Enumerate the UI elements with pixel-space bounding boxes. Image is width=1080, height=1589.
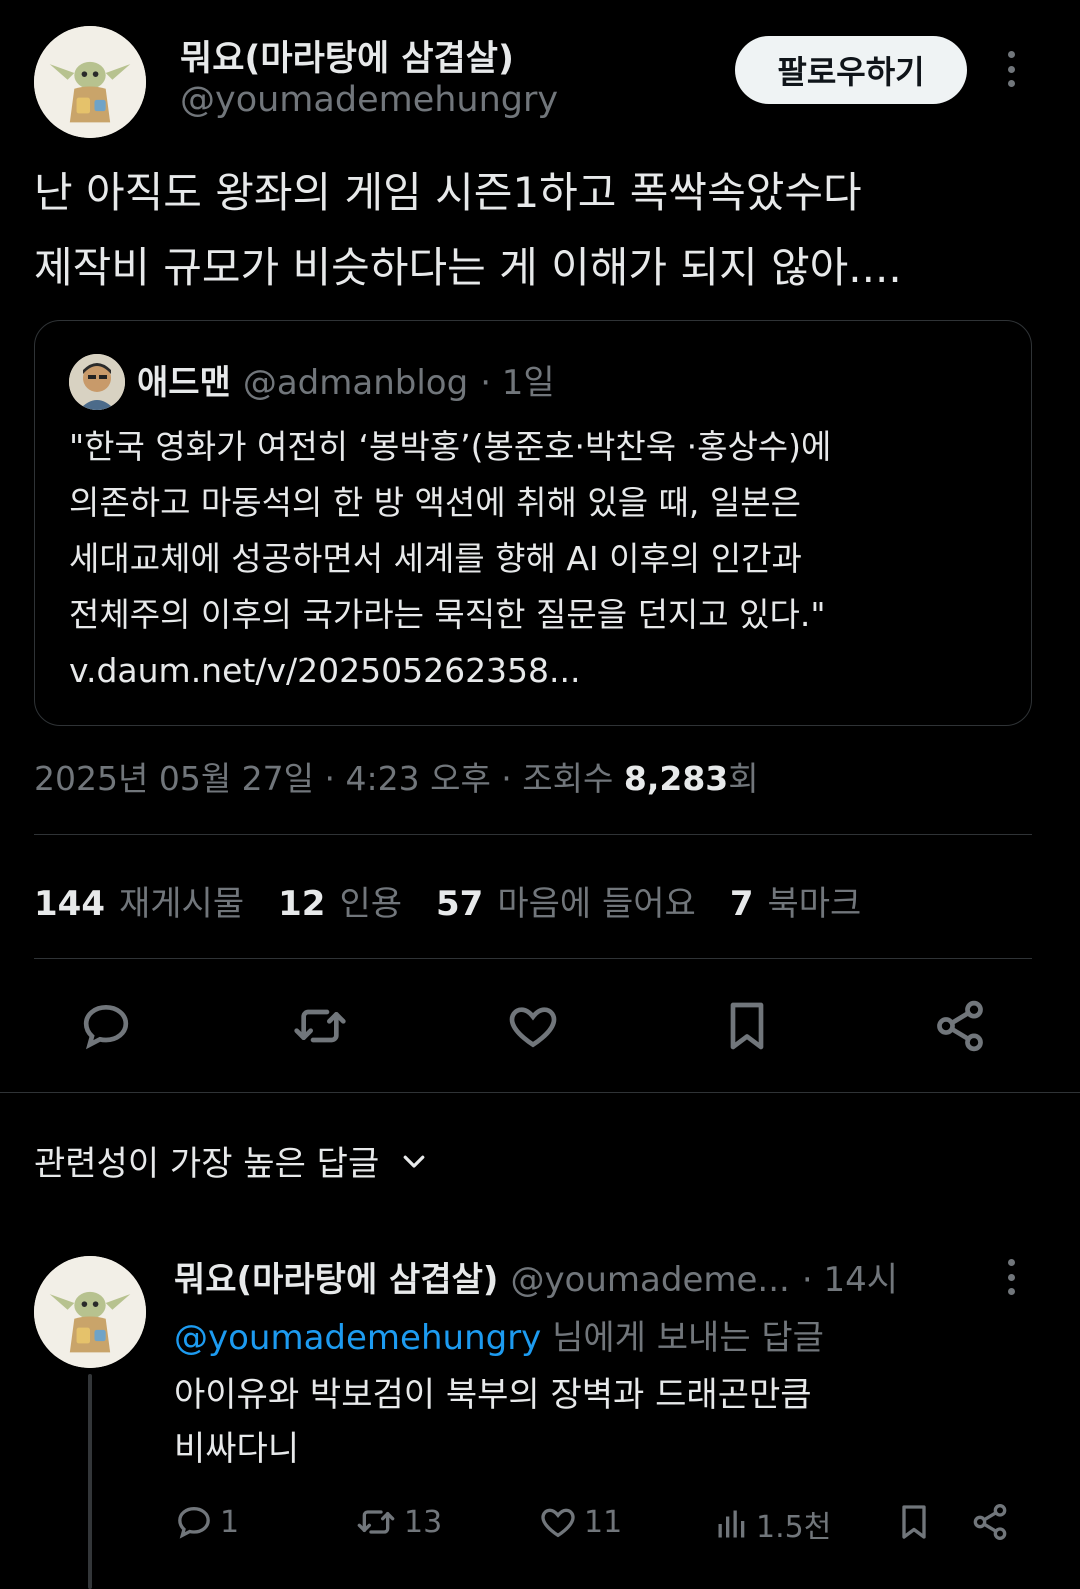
quote-stat[interactable]: 12 인용 bbox=[278, 876, 402, 925]
quote-author-handle: @admanblog bbox=[242, 363, 469, 403]
reply-to-line: @youmademehungry 님에게 보내는 답글 bbox=[174, 1310, 824, 1359]
share-icon bbox=[973, 1504, 1007, 1541]
like-stat[interactable]: 57 마음에 들어요 bbox=[436, 876, 696, 925]
reply-views-button[interactable]: 1.5천 bbox=[714, 1502, 831, 1546]
reply-icon[interactable] bbox=[76, 996, 136, 1056]
heart-icon[interactable] bbox=[503, 996, 563, 1056]
reply-text: 아이유와 박보검이 북부의 장벽과 드래곤만큼 비싸다니 bbox=[174, 1368, 812, 1476]
quote-author-name: 애드맨 bbox=[137, 363, 231, 403]
reply-retweet-count: 13 bbox=[404, 1504, 443, 1540]
quote-text: "한국 영화가 여전히 ‘봉박홍’(봉준호·박찬욱 ·홍상수)에 의존하고 마동… bbox=[69, 419, 831, 699]
reply-reply-button[interactable]: 1 bbox=[174, 1502, 239, 1542]
reply-like-button[interactable]: 11 bbox=[538, 1502, 622, 1542]
follow-button[interactable]: 팔로우하기 bbox=[735, 36, 967, 104]
reply-author-avatar[interactable] bbox=[34, 1256, 146, 1368]
reply-icon bbox=[178, 1506, 210, 1539]
heart-icon bbox=[541, 1508, 575, 1538]
quote-text-line: "한국 영화가 여전히 ‘봉박홍’(봉준호·박찬욱 ·홍상수)에 bbox=[69, 427, 832, 466]
divider bbox=[34, 834, 1032, 835]
share-icon[interactable] bbox=[930, 996, 990, 1056]
bookmark-icon bbox=[902, 1505, 926, 1539]
author-avatar[interactable] bbox=[34, 26, 146, 138]
quote-text-line: 전체주의 이후의 국가라는 묵직한 질문을 던지고 있다." bbox=[69, 595, 826, 634]
reply-author-handle[interactable]: @youmademe... bbox=[510, 1260, 789, 1300]
reply-to-suffix: 님에게 보내는 답글 bbox=[552, 1318, 824, 1358]
reply-time[interactable]: · 14시 bbox=[802, 1252, 898, 1301]
reply-retweet-button[interactable]: 13 bbox=[354, 1502, 442, 1542]
retweet-icon bbox=[357, 1510, 395, 1534]
tweet-text: 난 아직도 왕좌의 게임 시즌1하고 폭싹속았수다 제작비 규모가 비슷하다는 … bbox=[34, 155, 902, 305]
quote-text-line: 의존하고 마동석의 한 방 액션에 취해 있을 때, 일본은 bbox=[69, 483, 801, 522]
divider bbox=[34, 958, 1032, 959]
replies-sort-dropdown[interactable]: 관련성이 가장 높은 답글 bbox=[34, 1136, 429, 1185]
thread-line bbox=[88, 1374, 92, 1589]
quote-author-avatar bbox=[69, 354, 125, 410]
chevron-down-icon bbox=[403, 1155, 425, 1168]
reply-bookmark-button[interactable] bbox=[894, 1502, 934, 1542]
reply-share-button[interactable] bbox=[970, 1502, 1010, 1542]
view-count: 8,283 bbox=[623, 759, 729, 798]
bookmark-stat[interactable]: 7 북마크 bbox=[730, 876, 862, 925]
quoted-tweet[interactable]: 애드맨 @admanblog · 1일 "한국 영화가 여전히 ‘봉박홍’(봉준… bbox=[34, 320, 1032, 726]
tweet-action-bar bbox=[76, 996, 990, 1056]
tweet-text-line: 제작비 규모가 비슷하다는 게 이해가 되지 않아.... bbox=[34, 243, 902, 292]
tweet-text-line: 난 아직도 왕좌의 게임 시즌1하고 폭싹속았수다 bbox=[34, 168, 862, 217]
author-name[interactable]: 뭐요(마라탕에 삼겹살) bbox=[180, 30, 514, 81]
bookmark-icon[interactable] bbox=[717, 996, 777, 1056]
reply-text-line: 아이유와 박보검이 북부의 장벽과 드래곤만큼 bbox=[174, 1375, 812, 1415]
more-options-icon[interactable] bbox=[1004, 51, 1018, 87]
author-handle[interactable]: @youmademehungry bbox=[180, 80, 558, 120]
analytics-icon bbox=[718, 1510, 745, 1538]
quote-link[interactable]: v.daum.net/v/202505262358... bbox=[69, 643, 831, 699]
quote-time: · 1일 bbox=[480, 363, 555, 403]
reply-to-mention[interactable]: @youmademehungry bbox=[174, 1318, 541, 1358]
reply-author-name[interactable]: 뭐요(마라탕에 삼겹살) bbox=[174, 1252, 498, 1301]
reply-text-line: 비싸다니 bbox=[174, 1429, 300, 1469]
quote-text-line: 세대교체에 성공하면서 세계를 향해 AI 이후의 인간과 bbox=[69, 539, 802, 578]
tweet-timestamp[interactable]: 2025년 05월 27일 · 4:23 오후 · 조회수 8,283회 bbox=[34, 752, 759, 800]
retweet-stat[interactable]: 144 재게시물 bbox=[34, 876, 244, 925]
section-divider bbox=[0, 1092, 1080, 1093]
reply-view-count: 1.5천 bbox=[756, 1510, 832, 1545]
engagement-stats: 144 재게시물 12 인용 57 마음에 들어요 7 북마크 bbox=[34, 876, 861, 925]
replies-sort-label: 관련성이 가장 높은 답글 bbox=[34, 1144, 380, 1184]
reply-reply-count: 1 bbox=[220, 1504, 240, 1540]
tweet-date: 2025년 05월 27일 · 4:23 오후 · 조회수 bbox=[34, 759, 614, 798]
reply-more-options-icon[interactable] bbox=[1004, 1259, 1018, 1295]
view-count-suffix: 회 bbox=[728, 759, 759, 798]
reply-like-count: 11 bbox=[584, 1504, 623, 1540]
retweet-icon[interactable] bbox=[290, 996, 350, 1056]
